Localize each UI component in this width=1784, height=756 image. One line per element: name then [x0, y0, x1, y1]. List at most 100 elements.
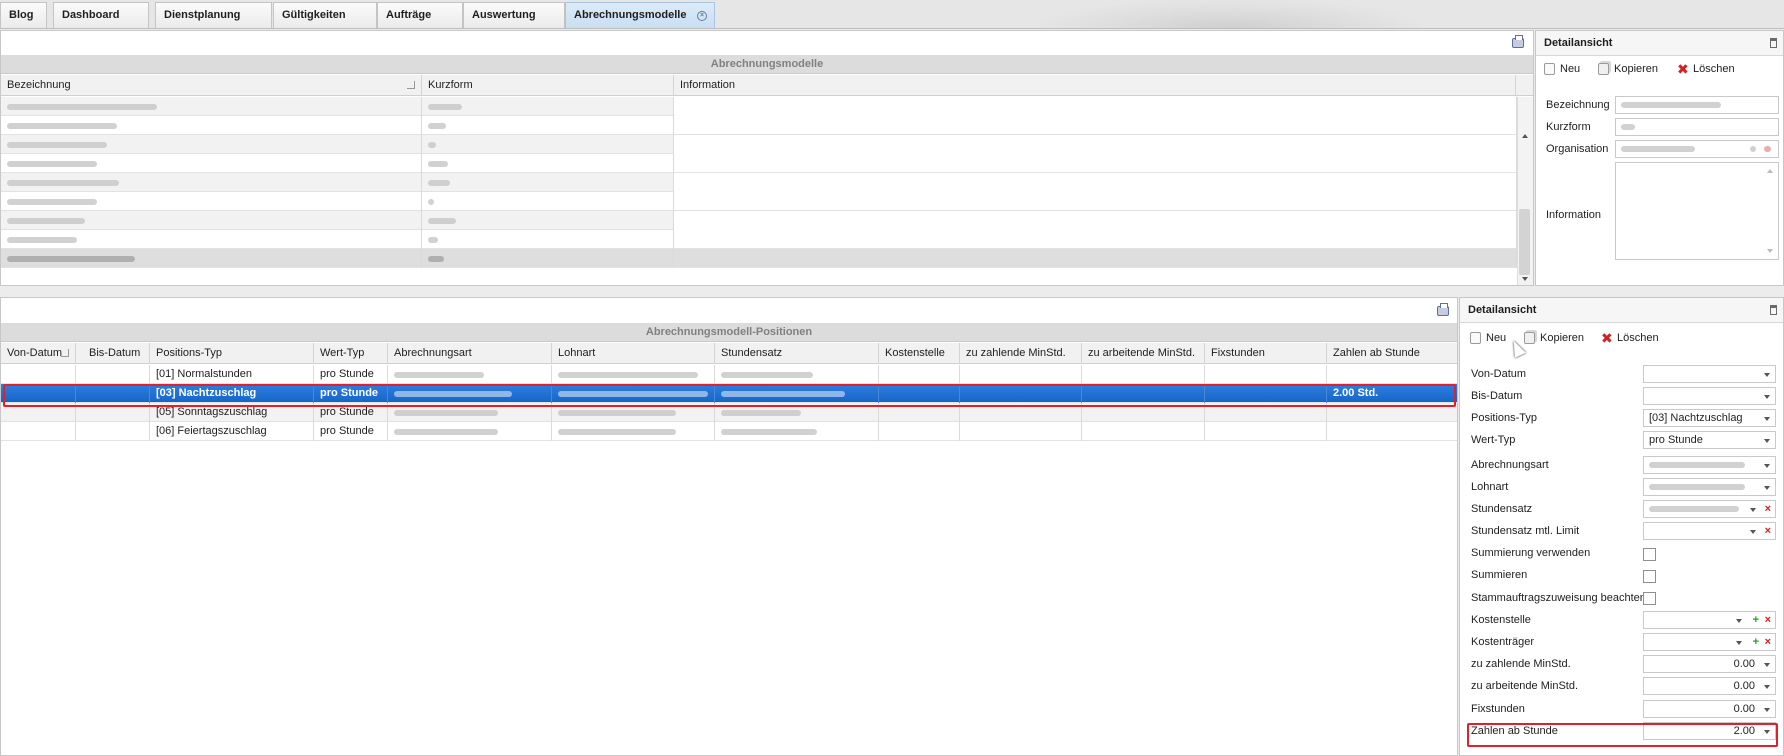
- col-header-kostenstelle[interactable]: Kostenstelle: [879, 343, 960, 364]
- tab-auswertung[interactable]: Auswertung: [463, 2, 565, 28]
- table-row[interactable]: [1, 154, 1517, 173]
- col-header-zu-arbeitende[interactable]: zu arbeitende MinStd.: [1082, 343, 1205, 364]
- table-row[interactable]: [1, 192, 1517, 211]
- table-row-selected[interactable]: [1, 249, 1517, 268]
- print-icon[interactable]: [1512, 35, 1524, 48]
- col-header-kurzform[interactable]: Kurzform: [422, 75, 674, 96]
- field-label-organisation: Organisation: [1546, 143, 1609, 155]
- models-scrollbar[interactable]: [1517, 97, 1533, 285]
- col-header-abrechnungsart[interactable]: Abrechnungsart: [388, 343, 552, 364]
- table-row[interactable]: [1, 97, 1517, 116]
- information-textarea[interactable]: [1615, 162, 1779, 260]
- col-header-bezeichnung[interactable]: Bezeichnung: [1, 75, 422, 96]
- organisation-select[interactable]: [1615, 140, 1779, 158]
- scroll-up-icon[interactable]: [1767, 169, 1773, 173]
- delete-button[interactable]: ✖ Löschen: [1677, 60, 1735, 78]
- table-row[interactable]: [1, 230, 1517, 249]
- redacted-text: [7, 104, 157, 110]
- von-datum-picker[interactable]: [1643, 365, 1776, 383]
- wert-typ-select[interactable]: pro Stunde: [1643, 431, 1776, 449]
- tab-label: Abrechnungsmodelle: [574, 9, 687, 21]
- fixstunden-spinner[interactable]: 0.00: [1643, 700, 1776, 718]
- print-icon[interactable]: [1437, 303, 1449, 316]
- chevron-down-icon[interactable]: [1764, 395, 1770, 399]
- col-header-stundensatz[interactable]: Stundensatz: [715, 343, 879, 364]
- chevron-down-icon[interactable]: [1750, 530, 1756, 534]
- scroll-down-icon[interactable]: [1522, 277, 1528, 281]
- close-tab-icon[interactable]: ×: [697, 11, 707, 21]
- chevron-down-icon[interactable]: [1764, 464, 1770, 468]
- new-button[interactable]: Neu: [1544, 60, 1580, 78]
- scroll-thumb[interactable]: [1519, 209, 1530, 275]
- zu-zahlende-spinner[interactable]: 0.00: [1643, 655, 1776, 673]
- col-header-fixstunden[interactable]: Fixstunden: [1205, 343, 1327, 364]
- col-header-von-datum[interactable]: Von-Datum: [1, 343, 76, 364]
- new-button[interactable]: Neu: [1470, 329, 1506, 347]
- chevron-down-icon[interactable]: [1764, 708, 1770, 712]
- chevron-down-icon[interactable]: [1764, 439, 1770, 443]
- chevron-down-icon[interactable]: [1764, 663, 1770, 667]
- scroll-up-icon[interactable]: [1522, 134, 1528, 138]
- summieren-checkbox[interactable]: [1643, 570, 1656, 583]
- tab-dashboard[interactable]: Dashboard: [53, 2, 149, 28]
- bis-datum-picker[interactable]: [1643, 387, 1776, 405]
- add-icon[interactable]: +: [1753, 634, 1759, 650]
- abrechnungsart-select[interactable]: [1643, 456, 1776, 474]
- table-cell: [1, 403, 76, 422]
- chevron-down-icon[interactable]: [1736, 641, 1742, 645]
- clear-icon[interactable]: ×: [1765, 634, 1771, 650]
- copy-button[interactable]: Kopieren: [1524, 329, 1584, 347]
- detail-title-text: Detailansicht: [1544, 37, 1613, 49]
- lohnart-select[interactable]: [1643, 478, 1776, 496]
- chevron-down-icon[interactable]: [1764, 730, 1770, 734]
- table-row[interactable]: [05] Sonntagszuschlag pro Stunde: [1, 403, 1457, 422]
- table-row[interactable]: [01] Normalstunden pro Stunde: [1, 365, 1457, 384]
- col-header-zahlen-ab[interactable]: Zahlen ab Stunde: [1327, 343, 1457, 364]
- col-header-positions-typ[interactable]: Positions-Typ: [150, 343, 314, 364]
- stundensatz-limit-select[interactable]: ×: [1643, 522, 1776, 540]
- table-row[interactable]: [1, 135, 1517, 154]
- col-header-wert-typ[interactable]: Wert-Typ: [314, 343, 388, 364]
- clear-icon[interactable]: ×: [1765, 612, 1771, 628]
- chevron-down-icon[interactable]: [1764, 486, 1770, 490]
- chevron-down-icon[interactable]: [1764, 685, 1770, 689]
- zu-arbeitende-spinner[interactable]: 0.00: [1643, 677, 1776, 695]
- add-icon[interactable]: +: [1753, 612, 1759, 628]
- clear-icon[interactable]: ×: [1765, 523, 1771, 539]
- chevron-down-icon[interactable]: [1736, 619, 1742, 623]
- chevron-down-icon[interactable]: [1750, 508, 1756, 512]
- tab-auftraege[interactable]: Aufträge: [377, 2, 463, 28]
- table-cell: [1082, 422, 1205, 441]
- pin-icon[interactable]: [1770, 38, 1777, 48]
- table-row[interactable]: [06] Feiertagszuschlag pro Stunde: [1, 422, 1457, 441]
- kurzform-input[interactable]: [1615, 118, 1779, 136]
- kostenstelle-select[interactable]: + ×: [1643, 611, 1776, 629]
- stundensatz-select[interactable]: ×: [1643, 500, 1776, 518]
- table-row[interactable]: [1, 116, 1517, 135]
- pin-icon[interactable]: [1770, 305, 1777, 315]
- clear-icon[interactable]: ×: [1765, 501, 1771, 517]
- table-row[interactable]: [1, 211, 1517, 230]
- col-header-bis-datum[interactable]: Bis-Datum: [76, 343, 150, 364]
- summierung-verwenden-checkbox[interactable]: [1643, 548, 1656, 561]
- delete-button[interactable]: ✖ Löschen: [1601, 329, 1659, 347]
- scroll-down-icon[interactable]: [1767, 249, 1773, 253]
- tab-gueltigkeiten[interactable]: Gültigkeiten: [273, 2, 377, 28]
- copy-button[interactable]: Kopieren: [1598, 60, 1658, 78]
- positions-typ-select[interactable]: [03] Nachtzuschlag: [1643, 409, 1776, 427]
- chevron-down-icon[interactable]: [1764, 417, 1770, 421]
- tab-abrechnungsmodelle[interactable]: Abrechnungsmodelle ×: [565, 2, 715, 28]
- kostentraeger-select[interactable]: + ×: [1643, 633, 1776, 651]
- table-row-selected[interactable]: [03] Nachtzuschlag pro Stunde 2.00 Std.: [1, 384, 1457, 403]
- chevron-down-icon[interactable]: [1764, 373, 1770, 377]
- bezeichnung-input[interactable]: [1615, 96, 1779, 114]
- zahlen-ab-spinner[interactable]: 2.00: [1643, 722, 1776, 740]
- col-header-lohnart[interactable]: Lohnart: [552, 343, 715, 364]
- clear-icon[interactable]: [1764, 146, 1771, 152]
- tab-dienstplanung[interactable]: Dienstplanung: [155, 2, 272, 28]
- table-row[interactable]: [1, 173, 1517, 192]
- col-header-information[interactable]: Information: [674, 75, 1516, 96]
- tab-blog[interactable]: Blog: [0, 2, 47, 28]
- col-header-zu-zahlende[interactable]: zu zahlende MinStd.: [960, 343, 1082, 364]
- stammauftrag-checkbox[interactable]: [1643, 592, 1656, 605]
